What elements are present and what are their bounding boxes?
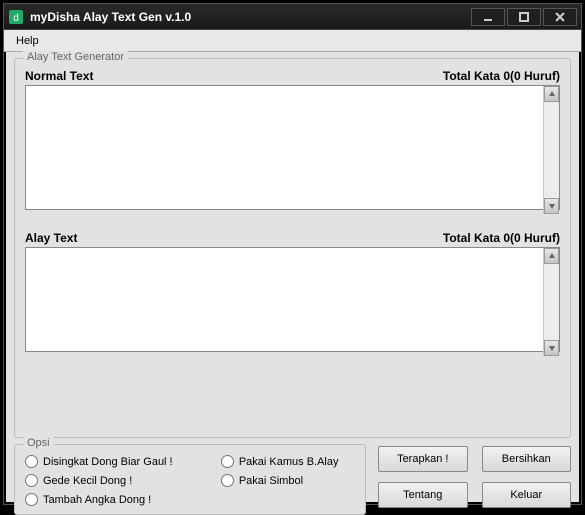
maximize-button[interactable] bbox=[507, 8, 541, 26]
scroll-up-icon[interactable] bbox=[544, 248, 559, 264]
normal-header: Normal Text Total Kata 0(0 Huruf) bbox=[25, 69, 560, 83]
window-title: myDisha Alay Text Gen v.1.0 bbox=[30, 10, 471, 24]
scroll-down-icon[interactable] bbox=[544, 198, 559, 214]
svg-text:d: d bbox=[13, 13, 19, 24]
titlebar[interactable]: d myDisha Alay Text Gen v.1.0 bbox=[4, 4, 581, 30]
alay-text-wrap bbox=[25, 247, 560, 357]
normal-label: Normal Text bbox=[25, 69, 93, 83]
generator-group: Alay Text Generator Normal Text Total Ka… bbox=[14, 58, 571, 438]
keluar-button[interactable]: Keluar bbox=[482, 482, 572, 508]
options-group: Opsi Disingkat Dong Biar Gaul ! Pakai Ka… bbox=[14, 444, 366, 515]
bottom-row: Opsi Disingkat Dong Biar Gaul ! Pakai Ka… bbox=[14, 444, 571, 515]
normal-text-input[interactable] bbox=[25, 85, 560, 210]
normal-text-wrap bbox=[25, 85, 560, 215]
window-controls bbox=[471, 8, 577, 26]
menu-help[interactable]: Help bbox=[10, 33, 45, 49]
option-tambah-angka[interactable]: Tambah Angka Dong ! bbox=[25, 493, 213, 506]
alay-label: Alay Text bbox=[25, 231, 77, 245]
minimize-button[interactable] bbox=[471, 8, 505, 26]
app-icon: d bbox=[8, 9, 24, 25]
button-column: Terapkan ! Bersihkan Tentang Keluar bbox=[378, 444, 571, 515]
tentang-button[interactable]: Tentang bbox=[378, 482, 468, 508]
option-label: Pakai Simbol bbox=[239, 475, 303, 487]
option-gede-kecil[interactable]: Gede Kecil Dong ! bbox=[25, 474, 213, 487]
option-disingkat[interactable]: Disingkat Dong Biar Gaul ! bbox=[25, 455, 213, 468]
scroll-up-icon[interactable] bbox=[544, 86, 559, 102]
main-window: d myDisha Alay Text Gen v.1.0 Help Alay … bbox=[3, 3, 582, 505]
alay-header: Alay Text Total Kata 0(0 Huruf) bbox=[25, 231, 560, 245]
menubar: Help bbox=[4, 30, 581, 52]
alay-text-input[interactable] bbox=[25, 247, 560, 352]
normal-scrollbar[interactable] bbox=[543, 86, 559, 214]
normal-counter: Total Kata 0(0 Huruf) bbox=[443, 69, 560, 83]
option-label: Pakai Kamus B.Alay bbox=[239, 456, 339, 468]
bersihkan-button[interactable]: Bersihkan bbox=[482, 446, 572, 472]
option-label: Disingkat Dong Biar Gaul ! bbox=[43, 456, 173, 468]
options-legend: Opsi bbox=[23, 437, 54, 449]
terapkan-button[interactable]: Terapkan ! bbox=[378, 446, 468, 472]
close-button[interactable] bbox=[543, 8, 577, 26]
group-title: Alay Text Generator bbox=[23, 51, 128, 63]
option-label: Tambah Angka Dong ! bbox=[43, 494, 151, 506]
scroll-down-icon[interactable] bbox=[544, 340, 559, 356]
option-label: Gede Kecil Dong ! bbox=[43, 475, 132, 487]
alay-scrollbar[interactable] bbox=[543, 248, 559, 356]
option-pakai-simbol[interactable]: Pakai Simbol bbox=[221, 474, 355, 487]
client-area: Alay Text Generator Normal Text Total Ka… bbox=[6, 52, 579, 502]
option-pakai-kamus[interactable]: Pakai Kamus B.Alay bbox=[221, 455, 355, 468]
alay-counter: Total Kata 0(0 Huruf) bbox=[443, 231, 560, 245]
